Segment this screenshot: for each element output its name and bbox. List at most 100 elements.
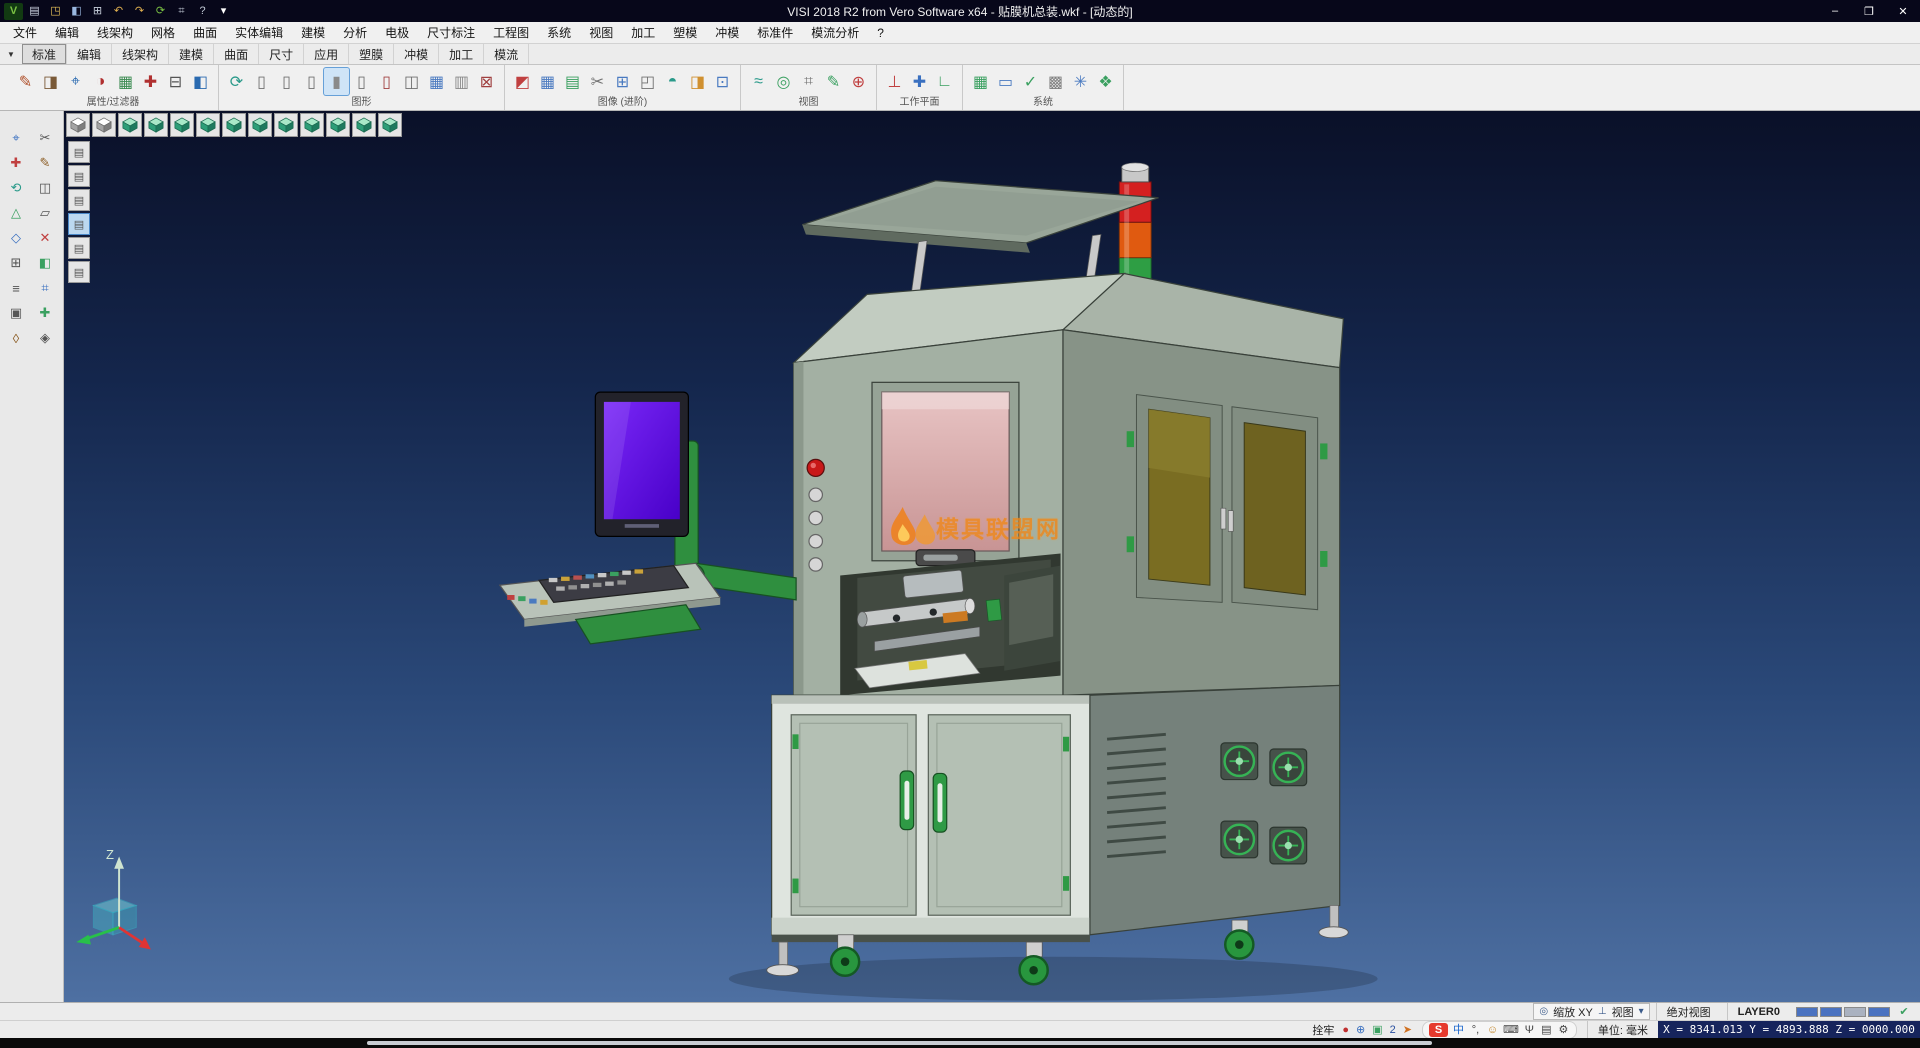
image-corner-icon[interactable]: ◰ [635, 68, 660, 95]
ribbon-tab[interactable]: 曲面 [214, 44, 259, 64]
system-check-icon[interactable]: ✓ [1018, 68, 1043, 95]
help-icon[interactable]: ? [193, 3, 212, 20]
view-bottom-button[interactable] [274, 113, 298, 137]
globe-icon[interactable]: ⊕ [1356, 1023, 1365, 1036]
gear-icon[interactable]: ⚙ [1557, 1023, 1570, 1037]
snap-lock-label[interactable]: 拴牢 [1304, 1022, 1342, 1038]
transparent-icon[interactable]: ▯ [349, 68, 374, 95]
hash-icon[interactable]: ⌗ [33, 277, 57, 299]
taskbar-handle[interactable] [367, 1041, 1432, 1045]
lang-zh-icon[interactable]: 中 [1452, 1023, 1465, 1037]
system-monitor-icon[interactable]: ▭ [993, 68, 1018, 95]
layer-seg-3[interactable] [1844, 1007, 1866, 1017]
ribbon-tab[interactable]: 模流 [484, 44, 529, 64]
select-icon[interactable]: ⌖ [4, 127, 28, 149]
layer-seg-2[interactable] [1820, 1007, 1842, 1017]
menu-item[interactable]: 加工 [622, 22, 664, 43]
menu-item[interactable]: 编辑 [46, 22, 88, 43]
view-window-button[interactable] [66, 113, 90, 137]
grid-color-icon[interactable]: ▦ [424, 68, 449, 95]
menu-item[interactable]: 塑模 [664, 22, 706, 43]
facet-icon[interactable]: ◈ [33, 327, 57, 349]
view-iso2-button[interactable] [300, 113, 324, 137]
mic-icon[interactable]: Ψ [1523, 1023, 1536, 1037]
zoom-icon[interactable]: ◎ [1539, 1006, 1548, 1017]
menu-item[interactable]: 网格 [142, 22, 184, 43]
minimize-button[interactable]: – [1818, 0, 1852, 22]
sketch-icon[interactable]: ✎ [33, 152, 57, 174]
plane-cross-icon[interactable]: ✚ [907, 68, 932, 95]
view-trimetric-button[interactable] [352, 113, 376, 137]
ribbon-tab[interactable]: 冲模 [394, 44, 439, 64]
hidden-line-icon[interactable]: ▯ [299, 68, 324, 95]
menu-item[interactable]: 曲面 [184, 22, 226, 43]
open-file-icon[interactable]: ◳ [46, 3, 65, 20]
punct-icon[interactable]: °, [1469, 1023, 1482, 1037]
menu-item[interactable]: 线架构 [88, 22, 142, 43]
attr-target-icon[interactable]: ⌖ [63, 68, 88, 95]
plane-icon[interactable]: ⊥ [1598, 1006, 1607, 1017]
view-layers-button[interactable] [92, 113, 116, 137]
gem-icon[interactable]: ◊ [4, 327, 28, 349]
window-status-icon[interactable]: ▣ [1372, 1023, 1382, 1036]
layer-seg-1[interactable] [1796, 1007, 1818, 1017]
solid-icon[interactable]: ▣ [4, 302, 28, 324]
delete-icon[interactable]: ✕ [33, 227, 57, 249]
shaded-edges-icon[interactable]: ▮ [324, 68, 349, 95]
menu-item[interactable]: 尺寸标注 [418, 22, 484, 43]
refresh-view-icon[interactable]: ⟳ [224, 68, 249, 95]
print-icon[interactable]: ⊞ [88, 3, 107, 20]
clipboard-button-2[interactable]: ▤ [68, 165, 90, 187]
plus-icon[interactable]: ✚ [33, 302, 57, 324]
image-half-icon[interactable]: ◓ [660, 68, 685, 95]
keyboard-icon[interactable]: ⌨ [1503, 1023, 1519, 1037]
filter-add-icon[interactable]: ✚ [138, 68, 163, 95]
zoom-xy-button[interactable]: 缩放 XY [1553, 1004, 1593, 1020]
menu-item[interactable]: 建模 [292, 22, 334, 43]
view-edit-icon[interactable]: ✎ [821, 68, 846, 95]
image-shade-icon[interactable]: ◨ [685, 68, 710, 95]
view-dimetric-button[interactable] [326, 113, 350, 137]
view-dropdown-icon[interactable]: ▾ [1639, 1006, 1644, 1017]
layer-label[interactable]: LAYER0 [1727, 1003, 1790, 1020]
new-file-icon[interactable]: ▤ [25, 3, 44, 20]
menu-item[interactable]: 模流分析 [802, 22, 868, 43]
image-layers-icon[interactable]: ◩ [510, 68, 535, 95]
highlight-icon[interactable]: ▯ [374, 68, 399, 95]
view-left-button[interactable] [196, 113, 220, 137]
ribbon-tab[interactable]: 标准 [22, 44, 67, 64]
menu-item[interactable]: 标准件 [748, 22, 802, 43]
view-wave-icon[interactable]: ≈ [746, 68, 771, 95]
menu-item[interactable]: 工程图 [484, 22, 538, 43]
view-mode-label[interactable]: 绝对视图 [1656, 1003, 1721, 1020]
menu-item[interactable]: ? [868, 22, 893, 43]
grid-icon[interactable]: ⌗ [172, 3, 191, 20]
ribbon-tab[interactable]: 建模 [169, 44, 214, 64]
tab-dropdown-icon[interactable]: ▼ [0, 44, 22, 64]
close-button[interactable]: ✕ [1886, 0, 1920, 22]
launcher-icon[interactable]: ➤ [1403, 1023, 1412, 1036]
view-button[interactable]: 视图 [1612, 1004, 1634, 1020]
refresh-icon[interactable]: ⟳ [151, 3, 170, 20]
system-grid-icon[interactable]: ▦ [968, 68, 993, 95]
ribbon-tab[interactable]: 线架构 [112, 44, 169, 64]
undo-icon[interactable]: ↶ [109, 3, 128, 20]
image-cut-icon[interactable]: ✂ [585, 68, 610, 95]
viewport-3d[interactable]: ▤▤▤▤▤▤ Z 模具联盟网 [64, 111, 1920, 1002]
clipboard-button-4[interactable]: ▤ [68, 213, 90, 235]
toolbox-icon[interactable]: ▤ [1540, 1023, 1553, 1037]
filter-select-icon[interactable]: ◧ [188, 68, 213, 95]
plane-angle-icon[interactable]: ∟ [932, 68, 957, 95]
clipboard-button-1[interactable]: ▤ [68, 141, 90, 163]
redo-icon[interactable]: ↷ [130, 3, 149, 20]
plane-perp-icon[interactable]: ⊥ [882, 68, 907, 95]
filter-remove-icon[interactable]: ⊟ [163, 68, 188, 95]
view-add-icon[interactable]: ⊕ [846, 68, 871, 95]
list-icon[interactable]: ≡ [4, 277, 28, 299]
clipboard-button-6[interactable]: ▤ [68, 261, 90, 283]
status-ok-icon[interactable]: ✔ [1896, 1005, 1912, 1018]
mirror-icon[interactable]: ◫ [33, 177, 57, 199]
clipboard-button-5[interactable]: ▤ [68, 237, 90, 259]
machine-3d-model[interactable] [64, 111, 1920, 1002]
pair-view-icon[interactable]: ◫ [399, 68, 424, 95]
